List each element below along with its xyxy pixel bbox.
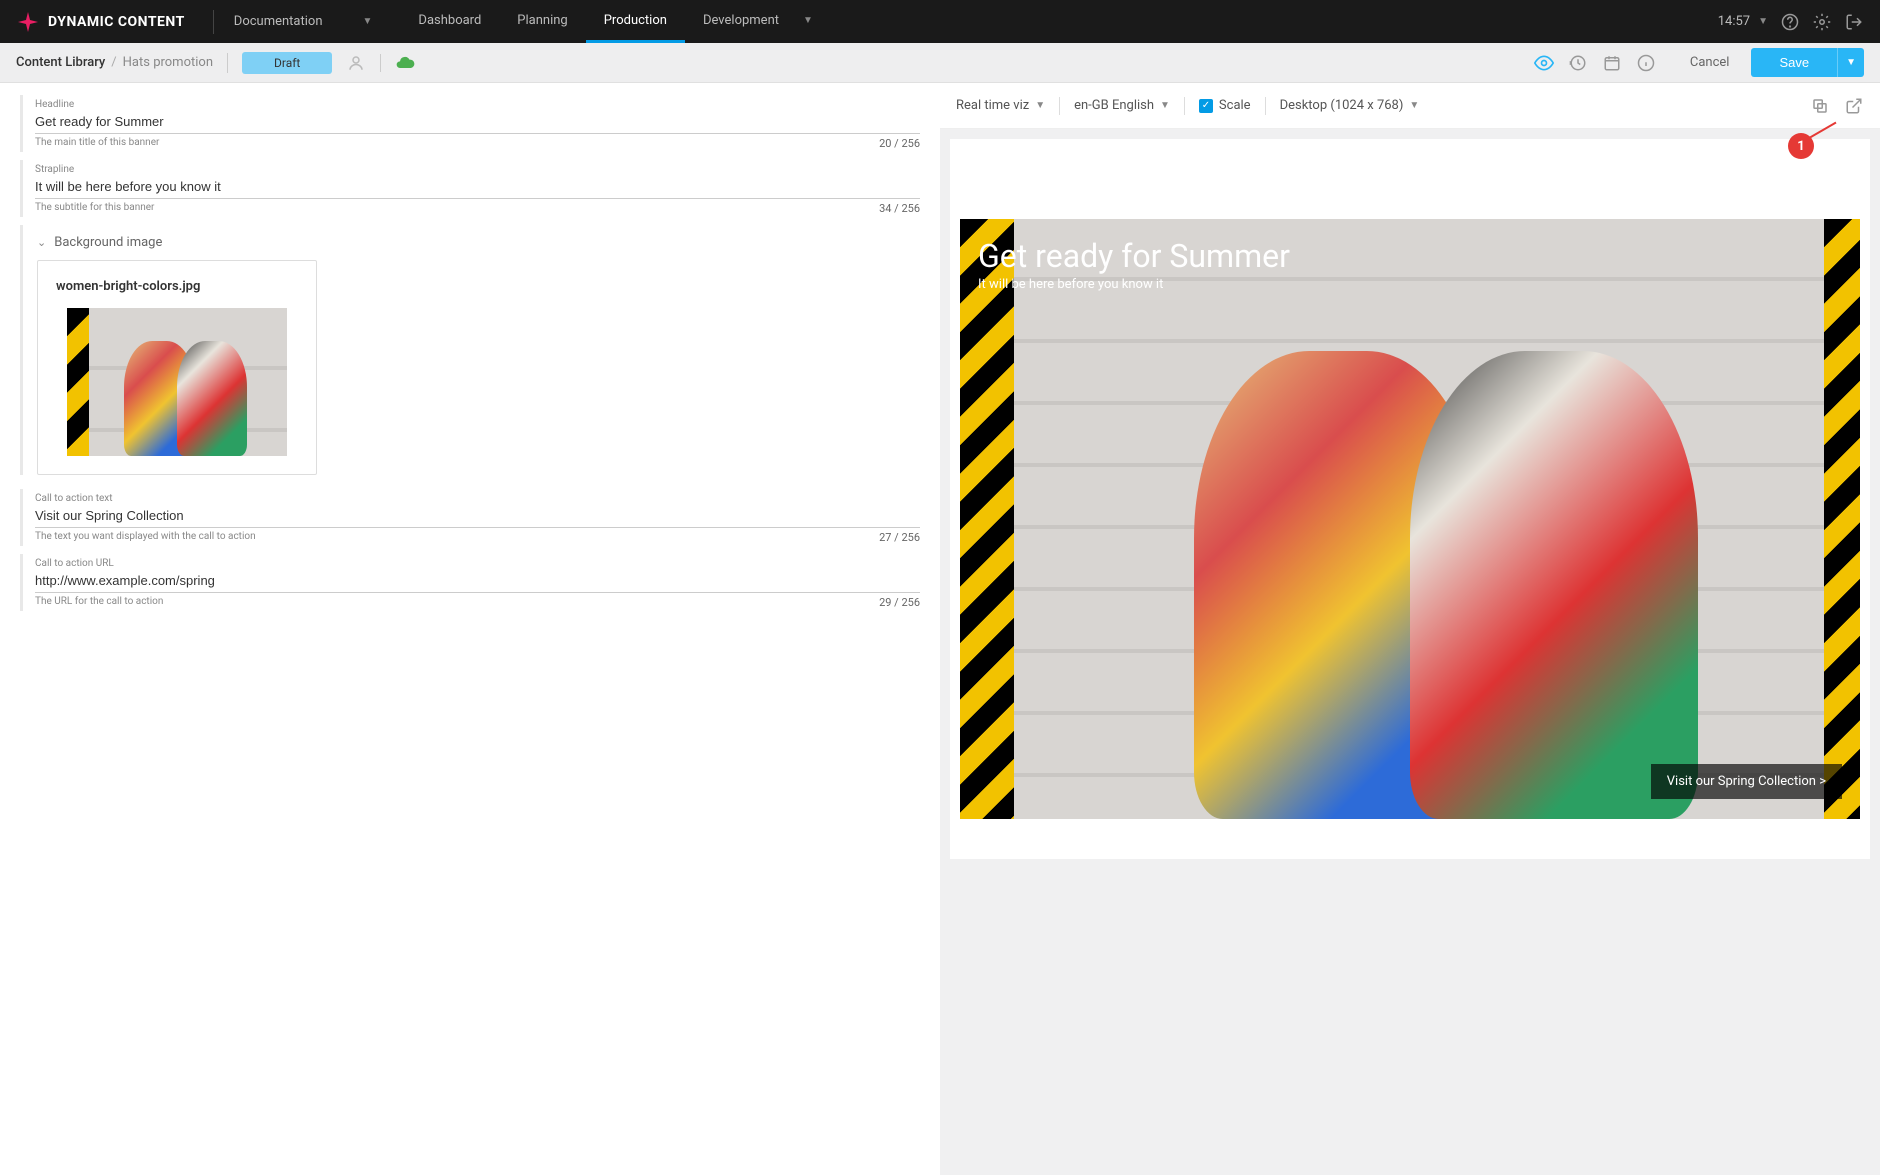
field-headline: Headline The main title of this banner 2… bbox=[20, 95, 920, 152]
top-bar: DYNAMIC CONTENT Documentation ▼ Dashboar… bbox=[0, 0, 1880, 43]
field-cta-text: Call to action text The text you want di… bbox=[20, 489, 920, 546]
chevron-down-icon: ▼ bbox=[1160, 100, 1170, 111]
history-icon[interactable] bbox=[1568, 53, 1588, 73]
calendar-icon[interactable] bbox=[1602, 53, 1622, 73]
user-icon[interactable] bbox=[346, 53, 366, 73]
form-pane: Headline The main title of this banner 2… bbox=[0, 83, 940, 1175]
brand-name: DYNAMIC CONTENT bbox=[48, 14, 185, 30]
image-filename: women-bright-colors.jpg bbox=[56, 279, 298, 294]
chevron-down-icon: ▼ bbox=[1409, 100, 1419, 111]
save-dropdown-caret[interactable]: ▼ bbox=[1837, 48, 1864, 77]
strapline-input[interactable] bbox=[35, 175, 920, 199]
field-hint: The text you want displayed with the cal… bbox=[35, 531, 256, 544]
divider bbox=[1184, 97, 1185, 115]
field-cta-url: Call to action URL The URL for the call … bbox=[20, 554, 920, 611]
save-button-group: Save ▼ bbox=[1751, 48, 1864, 77]
tab-development-label: Development bbox=[703, 13, 779, 28]
field-label: Headline bbox=[35, 99, 920, 110]
headline-input[interactable] bbox=[35, 110, 920, 134]
field-label: Strapline bbox=[35, 164, 920, 175]
help-icon[interactable] bbox=[1780, 12, 1800, 32]
copy-icon[interactable] bbox=[1810, 96, 1830, 116]
main-split: Headline The main title of this banner 2… bbox=[0, 83, 1880, 1175]
divider bbox=[227, 53, 228, 73]
banner-headline: Get ready for Summer bbox=[978, 237, 1290, 275]
background-image-section-toggle[interactable]: ⌄ Background image bbox=[23, 225, 920, 260]
preview-toolbar: Real time viz ▼ en-GB English ▼ ✓ Scale … bbox=[940, 83, 1880, 129]
field-hint: The main title of this banner bbox=[35, 137, 159, 150]
device-dropdown[interactable]: Desktop (1024 x 768) ▼ bbox=[1280, 98, 1420, 113]
field-label: Call to action URL bbox=[35, 558, 920, 569]
field-hint: The URL for the call to action bbox=[35, 596, 163, 609]
image-card[interactable]: women-bright-colors.jpg bbox=[37, 260, 317, 475]
tab-development[interactable]: Development ▼ bbox=[685, 0, 831, 43]
status-chip[interactable]: Draft bbox=[242, 52, 332, 74]
scale-label: Scale bbox=[1219, 98, 1251, 113]
preview-frame: Get ready for Summer It will be here bef… bbox=[950, 139, 1870, 859]
app-logo-icon bbox=[16, 10, 40, 34]
documentation-label: Documentation bbox=[234, 14, 323, 29]
time-display[interactable]: 14:57 ▼ bbox=[1718, 14, 1768, 29]
tab-production[interactable]: Production bbox=[586, 0, 685, 43]
documentation-dropdown[interactable]: Documentation ▼ bbox=[226, 14, 381, 29]
breadcrumb-root[interactable]: Content Library bbox=[16, 55, 105, 70]
field-label: Call to action text bbox=[35, 493, 920, 504]
callout-badge: 1 bbox=[1788, 133, 1814, 159]
image-thumbnail bbox=[67, 308, 287, 456]
breadcrumb-separator: / bbox=[111, 55, 116, 70]
preview-pane: Real time viz ▼ en-GB English ▼ ✓ Scale … bbox=[940, 83, 1880, 1175]
chevron-down-icon: ⌄ bbox=[37, 236, 46, 249]
divider bbox=[380, 54, 381, 72]
logout-icon[interactable] bbox=[1844, 12, 1864, 32]
field-strapline: Strapline The subtitle for this banner 3… bbox=[20, 160, 920, 217]
cta-url-input[interactable] bbox=[35, 569, 920, 593]
char-counter: 29 / 256 bbox=[879, 596, 920, 609]
gear-icon[interactable] bbox=[1812, 12, 1832, 32]
char-counter: 27 / 256 bbox=[879, 531, 920, 544]
sub-bar: Content Library / Hats promotion Draft C… bbox=[0, 43, 1880, 83]
char-counter: 34 / 256 bbox=[879, 202, 920, 215]
tab-dashboard[interactable]: Dashboard bbox=[400, 0, 499, 43]
preview-canvas: Get ready for Summer It will be here bef… bbox=[940, 129, 1880, 1175]
cta-text-input[interactable] bbox=[35, 504, 920, 528]
breadcrumb: Content Library / Hats promotion bbox=[16, 55, 213, 70]
chevron-down-icon: ▼ bbox=[803, 15, 813, 26]
external-link-icon[interactable] bbox=[1844, 96, 1864, 116]
scale-toggle[interactable]: ✓ Scale bbox=[1199, 98, 1251, 113]
divider bbox=[1265, 97, 1266, 115]
nav-tabs: Dashboard Planning Production Developmen… bbox=[400, 0, 831, 43]
checkbox-checked-icon: ✓ bbox=[1199, 99, 1213, 113]
info-icon[interactable] bbox=[1636, 53, 1656, 73]
divider bbox=[1059, 97, 1060, 115]
topbar-right: 14:57 ▼ bbox=[1718, 12, 1864, 32]
save-button[interactable]: Save bbox=[1751, 48, 1837, 77]
locale-dropdown[interactable]: en-GB English ▼ bbox=[1074, 98, 1170, 113]
device-label: Desktop (1024 x 768) bbox=[1280, 98, 1404, 113]
banner-cta[interactable]: Visit our Spring Collection > bbox=[1651, 764, 1842, 799]
chevron-down-icon: ▼ bbox=[363, 16, 373, 27]
tab-planning[interactable]: Planning bbox=[499, 0, 585, 43]
time-value: 14:57 bbox=[1718, 14, 1750, 29]
section-label: Background image bbox=[54, 235, 162, 250]
breadcrumb-leaf: Hats promotion bbox=[123, 55, 213, 70]
viz-mode-dropdown[interactable]: Real time viz ▼ bbox=[956, 98, 1045, 113]
chevron-down-icon: ▼ bbox=[1035, 100, 1045, 111]
banner-preview: Get ready for Summer It will be here bef… bbox=[960, 219, 1860, 819]
cloud-sync-icon[interactable] bbox=[395, 53, 415, 73]
viz-mode-label: Real time viz bbox=[956, 98, 1029, 113]
banner-strapline: It will be here before you know it bbox=[978, 277, 1163, 292]
divider bbox=[213, 10, 214, 34]
eye-icon[interactable] bbox=[1534, 53, 1554, 73]
field-hint: The subtitle for this banner bbox=[35, 202, 154, 215]
char-counter: 20 / 256 bbox=[879, 137, 920, 150]
cancel-button[interactable]: Cancel bbox=[1690, 55, 1730, 70]
chevron-down-icon: ▼ bbox=[1758, 16, 1768, 27]
locale-label: en-GB English bbox=[1074, 98, 1154, 113]
